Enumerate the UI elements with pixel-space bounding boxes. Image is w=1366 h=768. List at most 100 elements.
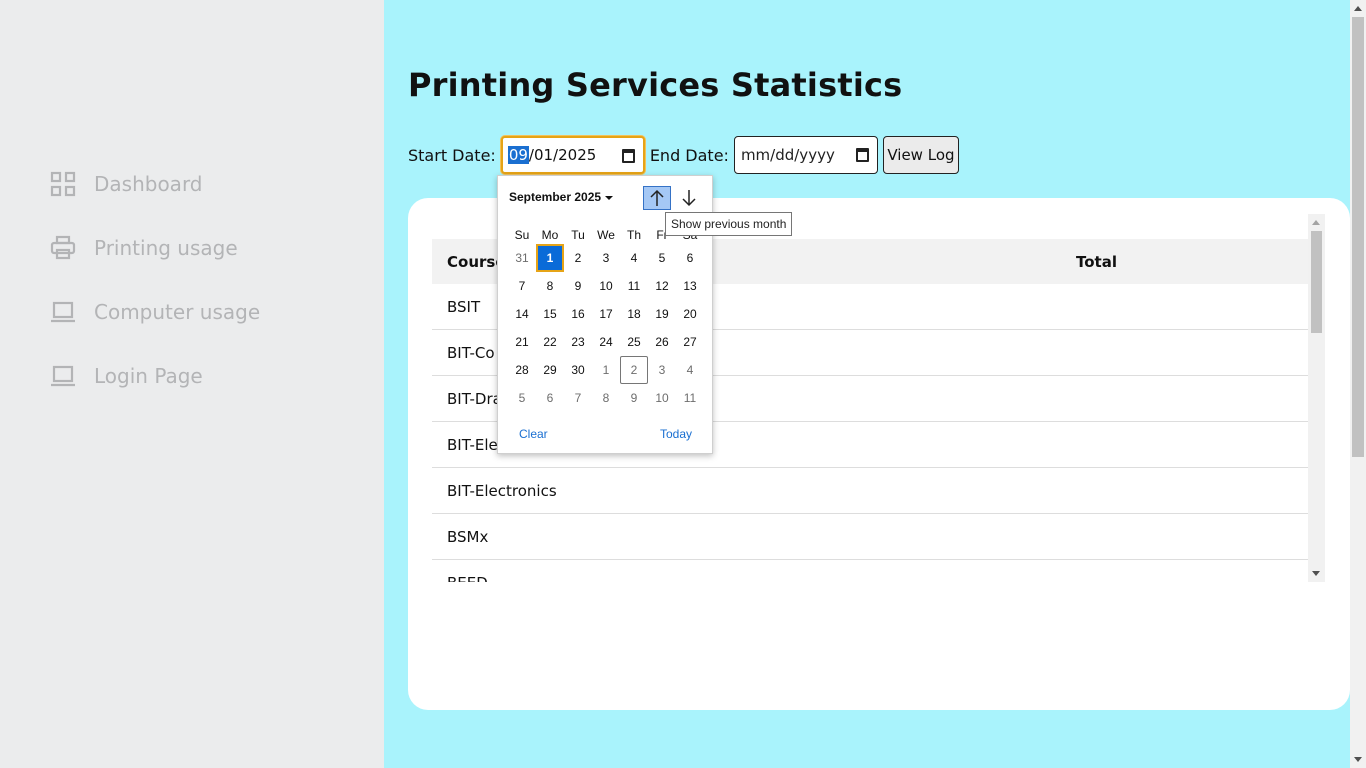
table-row: BSMx [432,514,1308,560]
sidebar-item-printing-usage[interactable]: Printing usage [50,233,238,263]
calendar-day[interactable]: 3 [648,356,676,384]
table-row: BEED [432,560,1308,583]
calendar-day[interactable]: 2 [564,244,592,272]
sidebar-item-computer-usage[interactable]: Computer usage [50,297,260,327]
table-scrollbar[interactable] [1308,214,1325,582]
weekday-header: Su [514,228,530,242]
scroll-down-arrow-icon[interactable] [1312,571,1320,576]
calendar-day[interactable]: 16 [564,300,592,328]
today-button[interactable]: Today [660,427,692,441]
weekday-header: Tu [571,228,585,242]
calendar-day[interactable]: 30 [564,356,592,384]
laptop-icon [50,363,76,389]
arrow-down-icon [682,190,696,207]
calendar-day[interactable]: 6 [676,244,704,272]
arrow-up-icon [650,189,664,206]
sidebar-item-label: Printing usage [94,236,238,260]
calendar-day[interactable]: 7 [508,272,536,300]
start-date-label: Start Date: [408,145,496,165]
next-month-button[interactable] [675,186,703,210]
previous-month-button[interactable] [643,186,671,210]
calendar-day[interactable]: 1 [592,356,620,384]
laptop-icon [50,299,76,325]
calendar-day[interactable]: 8 [536,272,564,300]
calendar-icon[interactable] [855,148,869,162]
date-filter-row: Start Date: 09/01/2025 End Date: mm/dd/y… [408,136,959,174]
calendar-day[interactable]: 3 [592,244,620,272]
calendar-day[interactable]: 31 [508,244,536,272]
printer-icon [50,235,76,261]
calendar-day[interactable]: 8 [592,384,620,412]
calendar-day[interactable]: 22 [536,328,564,356]
caret-down-icon [605,195,614,200]
page-scrollbar[interactable] [1350,0,1366,768]
calendar-day[interactable]: 6 [536,384,564,412]
scrollbar-thumb[interactable] [1352,17,1364,457]
calendar-day[interactable]: 10 [592,272,620,300]
calendar-day[interactable]: 11 [620,272,648,300]
calendar-day[interactable]: 9 [620,384,648,412]
calendar-day[interactable]: 29 [536,356,564,384]
month-year-selector[interactable]: September 2025 [509,190,614,204]
weekday-header: Th [626,228,641,242]
grid-icon [50,171,76,197]
calendar-day[interactable]: 20 [676,300,704,328]
calendar-day[interactable]: 9 [564,272,592,300]
scroll-up-arrow-icon[interactable] [1354,6,1362,11]
end-date-label: End Date: [649,145,729,165]
sidebar-item-label: Dashboard [94,172,203,196]
calendar-day[interactable]: 14 [508,300,536,328]
course-cell: BIT-Dra [447,389,502,408]
month-year-label: September 2025 [509,190,602,204]
calendar-day[interactable]: 28 [508,356,536,384]
sidebar: Dashboard Printing usage Computer usage … [0,0,384,768]
calendar-icon[interactable] [621,149,635,163]
calendar-day[interactable]: 25 [620,328,648,356]
calendar-day[interactable]: 5 [508,384,536,412]
course-cell: BIT-Co [447,343,495,362]
calendar-day[interactable]: 12 [648,272,676,300]
calendar-day[interactable]: 26 [648,328,676,356]
start-date-input[interactable]: 09/01/2025 [500,136,645,174]
scrollbar-thumb[interactable] [1311,231,1322,333]
course-cell: BSIT [447,297,481,316]
calendar-day[interactable]: 7 [564,384,592,412]
calendar-day[interactable]: 21 [508,328,536,356]
start-date-rest: /01/2025 [528,146,597,164]
scroll-up-arrow-icon[interactable] [1312,220,1320,225]
weekday-header: Mo [541,228,559,242]
calendar-day[interactable]: 13 [676,272,704,300]
calendar-day[interactable]: 27 [676,328,704,356]
course-cell: BIT-Electronics [447,481,557,500]
sidebar-item-label: Login Page [94,364,203,388]
view-log-button[interactable]: View Log [882,136,959,174]
tooltip: Show previous month [665,212,793,236]
calendar-day[interactable]: 11 [676,384,704,412]
calendar-day[interactable]: 19 [648,300,676,328]
column-header-total: Total [1076,252,1117,271]
calendar-day[interactable]: 10 [648,384,676,412]
sidebar-item-dashboard[interactable]: Dashboard [50,169,203,199]
calendar-day[interactable]: 18 [620,300,648,328]
calendar-day[interactable]: 23 [564,328,592,356]
course-cell: BSMx [447,527,489,546]
table-row: BIT-Electronics [432,468,1308,514]
calendar-day[interactable]: 5 [648,244,676,272]
end-date-input[interactable]: mm/dd/yyyy [733,136,878,174]
calendar-day[interactable]: 1 [536,244,564,272]
calendar-day[interactable]: 2 [620,356,648,384]
calendar-day[interactable]: 4 [676,356,704,384]
course-cell: BEED [447,574,488,583]
calendar-day[interactable]: 24 [592,328,620,356]
start-date-month-segment[interactable]: 09 [507,146,529,164]
weekday-header: We [597,228,615,242]
clear-button[interactable]: Clear [519,427,548,441]
sidebar-item-login-page[interactable]: Login Page [50,361,203,391]
page-title: Printing Services Statistics [408,66,903,104]
calendar-day[interactable]: 17 [592,300,620,328]
calendar-day[interactable]: 4 [620,244,648,272]
scroll-down-arrow-icon[interactable] [1354,757,1362,762]
sidebar-item-label: Computer usage [94,300,261,324]
calendar-day[interactable]: 15 [536,300,564,328]
end-date-placeholder: mm/dd/yyyy [740,146,835,164]
